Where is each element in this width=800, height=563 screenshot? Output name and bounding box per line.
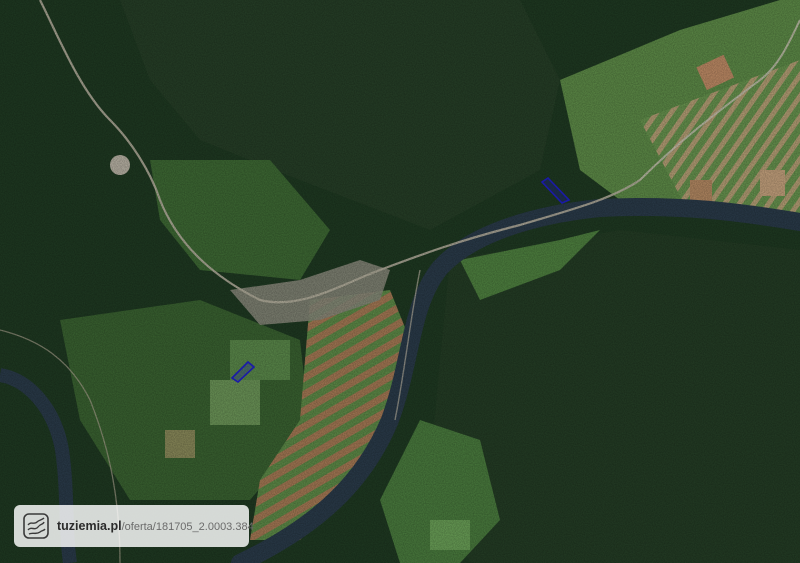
attribution-text: tuziemia.pl/oferta/181705_2.0003.384 <box>57 518 254 533</box>
satellite-map[interactable] <box>0 0 800 563</box>
imagery-texture <box>0 0 800 563</box>
contour-lines-icon <box>23 513 49 539</box>
attribution-badge[interactable]: tuziemia.pl/oferta/181705_2.0003.384 <box>14 505 254 547</box>
attribution-domain: tuziemia.pl <box>57 518 122 533</box>
attribution-path: /oferta/181705_2.0003.384 <box>121 520 254 533</box>
